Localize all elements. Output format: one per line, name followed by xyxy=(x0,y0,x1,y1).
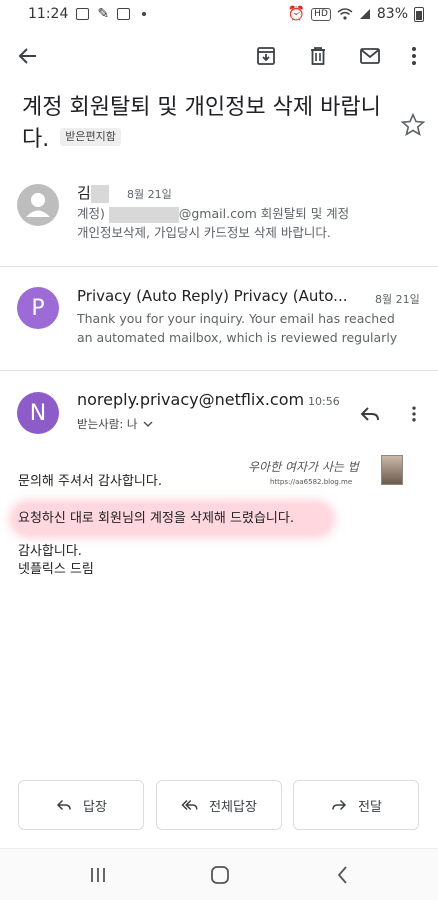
body-highlighted-line: 요청하신 대로 회원님의 계정을 삭제해 드렸습니다. xyxy=(18,511,294,526)
star-icon[interactable] xyxy=(400,112,426,138)
message-more-button[interactable] xyxy=(400,399,428,429)
thread-message-2[interactable]: P Privacy (Auto Reply) Privacy (Auto... … xyxy=(0,270,438,370)
hd-badge: HD xyxy=(311,7,331,21)
delete-button[interactable] xyxy=(300,38,336,74)
mail-icon xyxy=(360,48,380,64)
divider xyxy=(0,370,438,371)
more-icon xyxy=(412,47,416,65)
message-snippet: Thank you for your inquiry. Your email h… xyxy=(77,311,398,345)
reply-icon xyxy=(360,407,379,421)
forward-icon xyxy=(332,799,347,811)
home-icon[interactable] xyxy=(208,863,232,887)
watermark-url: https://aa6582.blog.me xyxy=(270,478,353,486)
mark-unread-button[interactable] xyxy=(352,38,388,74)
recipient-details[interactable]: 받는사람: 나 xyxy=(77,416,153,432)
image-notification-icon xyxy=(76,8,90,20)
sender-name: Privacy (Auto Reply) Privacy (Auto... xyxy=(77,287,348,305)
message-snippet: 계정) @gmail.com 회원탈퇴 및 계정 개인정보삭제, 가입당시 카드… xyxy=(77,206,350,240)
reply-button[interactable]: 답장 xyxy=(18,780,144,830)
battery-icon xyxy=(414,6,424,22)
body-line: 문의해 주셔서 감사합니다. xyxy=(18,474,162,489)
thread-message-1[interactable]: 김 8월 21일 계정) @gmail.com 회원탈퇴 및 계정 개인정보삭제… xyxy=(0,172,438,268)
alarm-icon: ⏰ xyxy=(287,6,306,22)
signal-icon xyxy=(359,9,370,19)
avatar: N xyxy=(17,392,59,434)
forward-button[interactable]: 전달 xyxy=(293,780,419,830)
inbox-label-chip[interactable]: 받은편지함 xyxy=(60,128,121,146)
back-button[interactable] xyxy=(10,38,46,74)
sender-email: noreply.privacy@netflix.com xyxy=(77,390,305,409)
battery-percent: 83% xyxy=(376,6,408,22)
message-date: 8월 21일 xyxy=(127,188,172,201)
more-options-button[interactable] xyxy=(396,38,432,74)
check-notification-icon xyxy=(117,8,131,20)
reply-all-button[interactable]: 전체답장 xyxy=(156,780,282,830)
message-time: 10:56 xyxy=(308,395,340,408)
back-icon xyxy=(18,48,36,64)
reply-quick-button[interactable] xyxy=(352,396,388,432)
status-time: 11:24 xyxy=(28,6,69,22)
person-icon xyxy=(17,184,59,226)
avatar: P xyxy=(17,287,59,329)
archive-button[interactable] xyxy=(248,38,284,74)
system-nav-bar xyxy=(0,848,438,900)
recent-apps-icon[interactable] xyxy=(86,863,110,887)
email-subject: 계정 회원탈퇴 및 개인정보 삭제 바랍니다. 받은편지함 xyxy=(22,92,382,156)
body-line: 감사합니다. xyxy=(18,544,82,559)
body-line: 넷플릭스 드림 xyxy=(18,562,94,577)
reply-icon xyxy=(56,799,71,811)
avatar xyxy=(17,184,59,226)
archive-icon xyxy=(257,47,275,65)
wifi-icon xyxy=(337,8,353,20)
status-bar: 11:24 ✎ ⏰ HD 83% xyxy=(0,0,438,28)
back-nav-icon[interactable] xyxy=(331,863,355,887)
delete-icon xyxy=(311,47,325,65)
watermark-photo xyxy=(381,455,403,485)
more-icon xyxy=(412,406,416,422)
chevron-down-icon xyxy=(143,421,153,428)
message-date: 8월 21일 xyxy=(375,293,420,306)
divider xyxy=(0,266,438,267)
notification-dot-icon xyxy=(142,12,147,16)
reply-all-icon xyxy=(181,799,198,811)
sender-name: 김 xyxy=(77,182,109,203)
watermark-text: 우아한 여자가 사는 법 xyxy=(248,460,359,474)
feather-notification-icon: ✎ xyxy=(97,6,110,22)
toolbar xyxy=(0,30,438,82)
